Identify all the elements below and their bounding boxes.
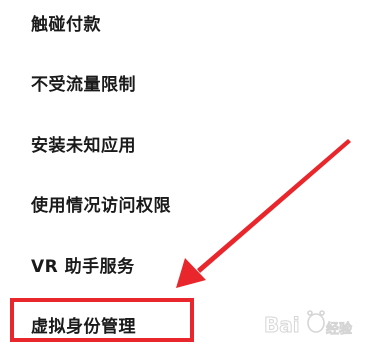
list-item-tap-to-pay[interactable]: 触碰付款: [0, 0, 381, 48]
list-item-virtual-identity-management[interactable]: 虚拟身份管理: [0, 298, 381, 350]
list-item-unrestricted-data[interactable]: 不受流量限制: [0, 56, 381, 108]
list-item-label: 使用情况访问权限: [31, 195, 171, 216]
list-item-label: 安装未知应用: [31, 135, 136, 156]
list-item-label: 触碰付款: [31, 14, 101, 35]
list-item-label: VR 助手服务: [31, 256, 135, 277]
list-item-usage-access[interactable]: 使用情况访问权限: [0, 177, 381, 229]
list-item-label: 虚拟身份管理: [31, 316, 136, 337]
list-item-install-unknown-apps[interactable]: 安装未知应用: [0, 117, 381, 169]
list-item-vr-helper-services[interactable]: VR 助手服务: [0, 238, 381, 290]
settings-list: 触碰付款 不受流量限制 安装未知应用 使用情况访问权限 VR 助手服务 虚拟身份…: [0, 0, 381, 357]
list-item-label: 不受流量限制: [31, 74, 136, 95]
